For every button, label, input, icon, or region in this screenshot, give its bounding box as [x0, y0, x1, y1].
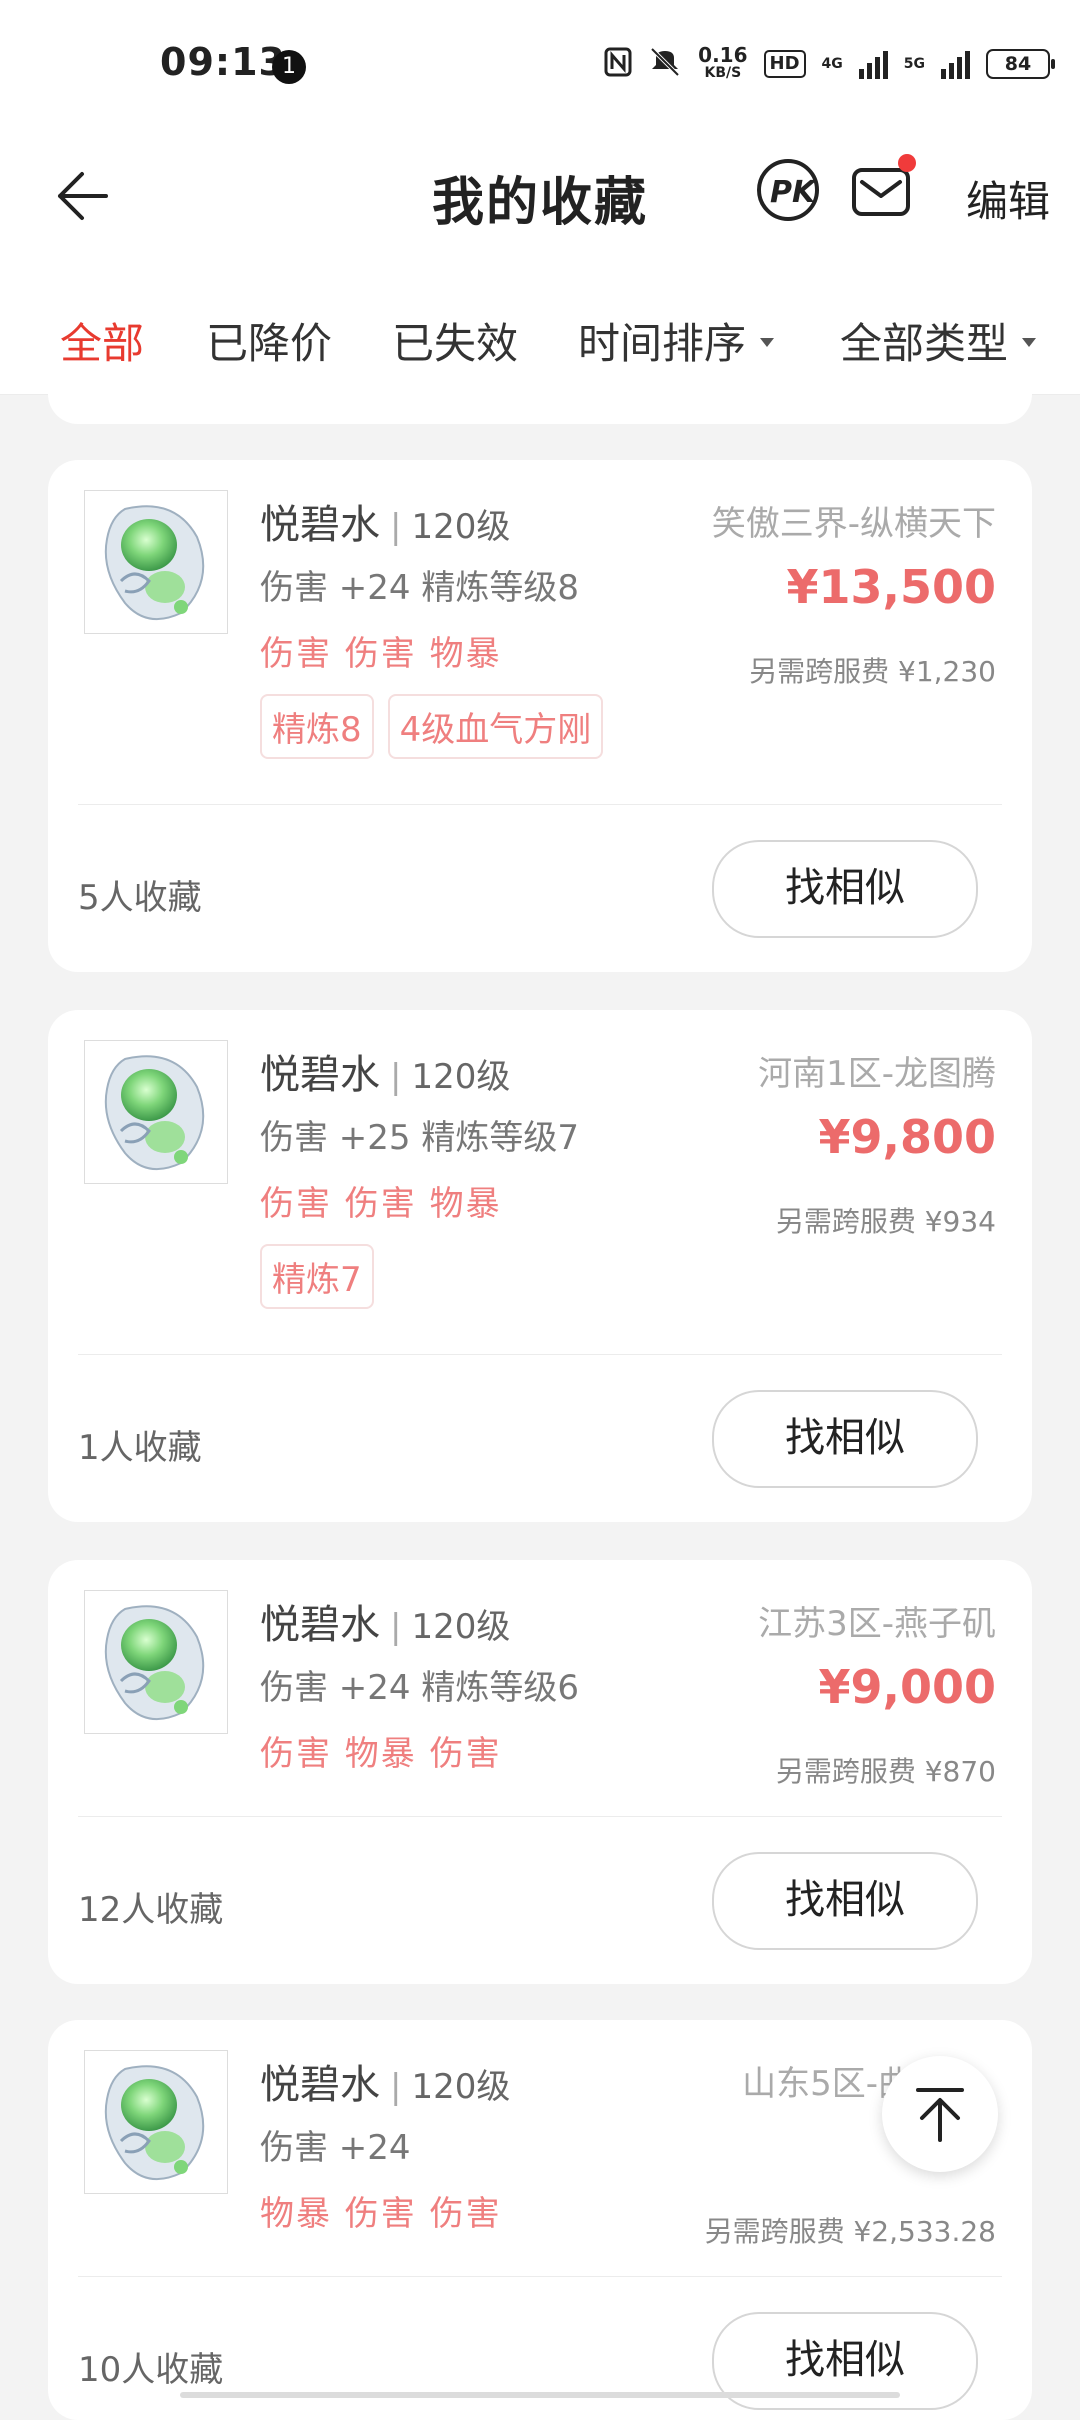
cross-server-fee: 另需跨服费 ¥2,533.28	[704, 2215, 996, 2248]
app-header: 我的收藏 PK 编辑	[0, 130, 1080, 260]
favorite-item-card[interactable]: 悦碧水 | 120级 笑傲三界-纵横天下 伤害 +24 精炼等级8 伤害 伤害 物暴…	[48, 460, 1032, 972]
item-name: 悦碧水	[260, 1052, 380, 1098]
title-separator: |	[390, 2067, 402, 2107]
item-name: 悦碧水	[260, 502, 380, 548]
item-attributes: 伤害 +24 精炼等级8	[260, 568, 579, 608]
item-name: 悦碧水	[260, 2062, 380, 2108]
favorite-count: 5人收藏	[78, 878, 202, 918]
status-bar: 09:13 1 0.16 KB/S HD 4G 5G 84	[0, 0, 1080, 130]
back-to-top-button[interactable]	[882, 2056, 998, 2172]
item-attributes: 伤害 +24	[260, 2128, 411, 2168]
item-tag: 精炼7	[260, 1244, 374, 1309]
item-level: 120级	[411, 1057, 511, 1097]
item-level: 120级	[411, 507, 511, 547]
home-indicator	[180, 2392, 900, 2398]
tab-time-sort[interactable]: 时间排序	[578, 310, 775, 371]
item-price: ¥9,000	[818, 1660, 996, 1714]
item-tags: 精炼8 4级血气方刚	[260, 694, 604, 759]
status-icons: 0.16 KB/S HD 4G 5G 84	[604, 43, 1055, 82]
jade-pendant-thumbnail	[84, 1590, 228, 1734]
jade-pendant-thumbnail	[84, 490, 228, 634]
card-divider	[78, 1816, 1002, 1817]
net-speed-value: 0.16	[698, 43, 748, 67]
item-effects: 伤害 伤害 物暴	[260, 634, 502, 674]
filter-tabs: 全部 已降价 已失效 时间排序 全部类型	[0, 260, 1080, 395]
favorite-item-card[interactable]: 悦碧水 | 120级 河南1区-龙图腾 伤害 +25 精炼等级7 伤害 伤害 物暴 …	[48, 1010, 1032, 1522]
card-divider	[78, 804, 1002, 805]
net-speed-unit: KB/S	[704, 65, 742, 81]
unread-dot	[898, 154, 916, 172]
battery-indicator: 84	[986, 49, 1055, 79]
caret-down-icon	[760, 338, 775, 347]
caret-down-icon	[1022, 338, 1037, 347]
item-title: 悦碧水 | 120级	[260, 1042, 510, 1100]
edit-button[interactable]: 编辑	[966, 168, 1050, 229]
item-level: 120级	[411, 2067, 511, 2107]
card-divider	[78, 1354, 1002, 1355]
item-server: 江苏3区-燕子矶	[758, 1604, 996, 1644]
nfc-icon	[604, 47, 632, 82]
signal-bars-2-icon	[941, 49, 970, 79]
item-attributes: 伤害 +25 精炼等级7	[260, 1118, 579, 1158]
card-divider	[78, 2276, 1002, 2277]
favorite-count: 10人收藏	[78, 2350, 224, 2390]
item-level: 120级	[411, 1607, 511, 1647]
item-tags: 精炼7	[260, 1244, 374, 1309]
tab-price-dropped[interactable]: 已降价	[206, 310, 332, 371]
item-price: ¥9,800	[818, 1110, 996, 1164]
net1-label: 4G	[821, 56, 843, 72]
tab-all[interactable]: 全部	[60, 310, 144, 371]
tab-expired[interactable]: 已失效	[392, 310, 518, 371]
tab-all-types[interactable]: 全部类型	[840, 310, 1037, 371]
find-similar-button[interactable]: 找相似	[712, 1852, 978, 1950]
cross-server-fee: 另需跨服费 ¥1,230	[749, 655, 996, 688]
favorite-count: 1人收藏	[78, 1428, 202, 1468]
arrow-up-to-top-icon	[882, 2088, 998, 2176]
cross-server-fee: 另需跨服费 ¥934	[775, 1205, 996, 1238]
tab-time-sort-label: 时间排序	[578, 319, 747, 368]
signal-bars-1-icon	[858, 49, 888, 79]
cross-server-fee: 另需跨服费 ¥870	[775, 1755, 996, 1788]
svg-text:PK: PK	[770, 175, 818, 210]
previous-card-edge	[48, 394, 1032, 424]
hd-indicator: HD	[763, 50, 806, 78]
status-time: 09:13	[160, 40, 286, 84]
title-separator: |	[390, 507, 402, 547]
item-effects: 物暴 伤害 伤害	[260, 2194, 502, 2234]
jade-pendant-thumbnail	[84, 2050, 228, 2194]
item-title: 悦碧水 | 120级	[260, 2052, 510, 2110]
find-similar-button[interactable]: 找相似	[712, 1390, 978, 1488]
item-tag: 精炼8	[260, 694, 374, 759]
tab-all-types-label: 全部类型	[840, 319, 1009, 368]
jade-pendant-thumbnail	[84, 1040, 228, 1184]
item-effects: 伤害 物暴 伤害	[260, 1734, 502, 1774]
pk-icon[interactable]: PK	[756, 158, 820, 222]
mute-icon	[648, 47, 682, 82]
title-separator: |	[390, 1607, 402, 1647]
notification-badge: 1	[272, 50, 306, 84]
item-server: 河南1区-龙图腾	[758, 1054, 996, 1094]
item-tag: 4级血气方刚	[387, 694, 604, 759]
net2-label: 5G	[903, 56, 925, 72]
favorite-count: 12人收藏	[78, 1890, 224, 1930]
find-similar-button[interactable]: 找相似	[712, 840, 978, 938]
item-effects: 伤害 伤害 物暴	[260, 1184, 502, 1224]
item-title: 悦碧水 | 120级	[260, 492, 510, 550]
net-speed: 0.16 KB/S	[698, 43, 748, 82]
item-name: 悦碧水	[260, 1602, 380, 1648]
item-title: 悦碧水 | 120级	[260, 1592, 510, 1650]
favorite-item-card[interactable]: 悦碧水 | 120级 江苏3区-燕子矶 伤害 +24 精炼等级6 伤害 物暴 伤害 …	[48, 1560, 1032, 1984]
title-separator: |	[390, 1057, 402, 1097]
item-price: ¥13,500	[786, 560, 996, 614]
page-title: 我的收藏	[431, 173, 648, 233]
item-attributes: 伤害 +24 精炼等级6	[260, 1668, 579, 1708]
item-server: 笑傲三界-纵横天下	[711, 504, 996, 544]
